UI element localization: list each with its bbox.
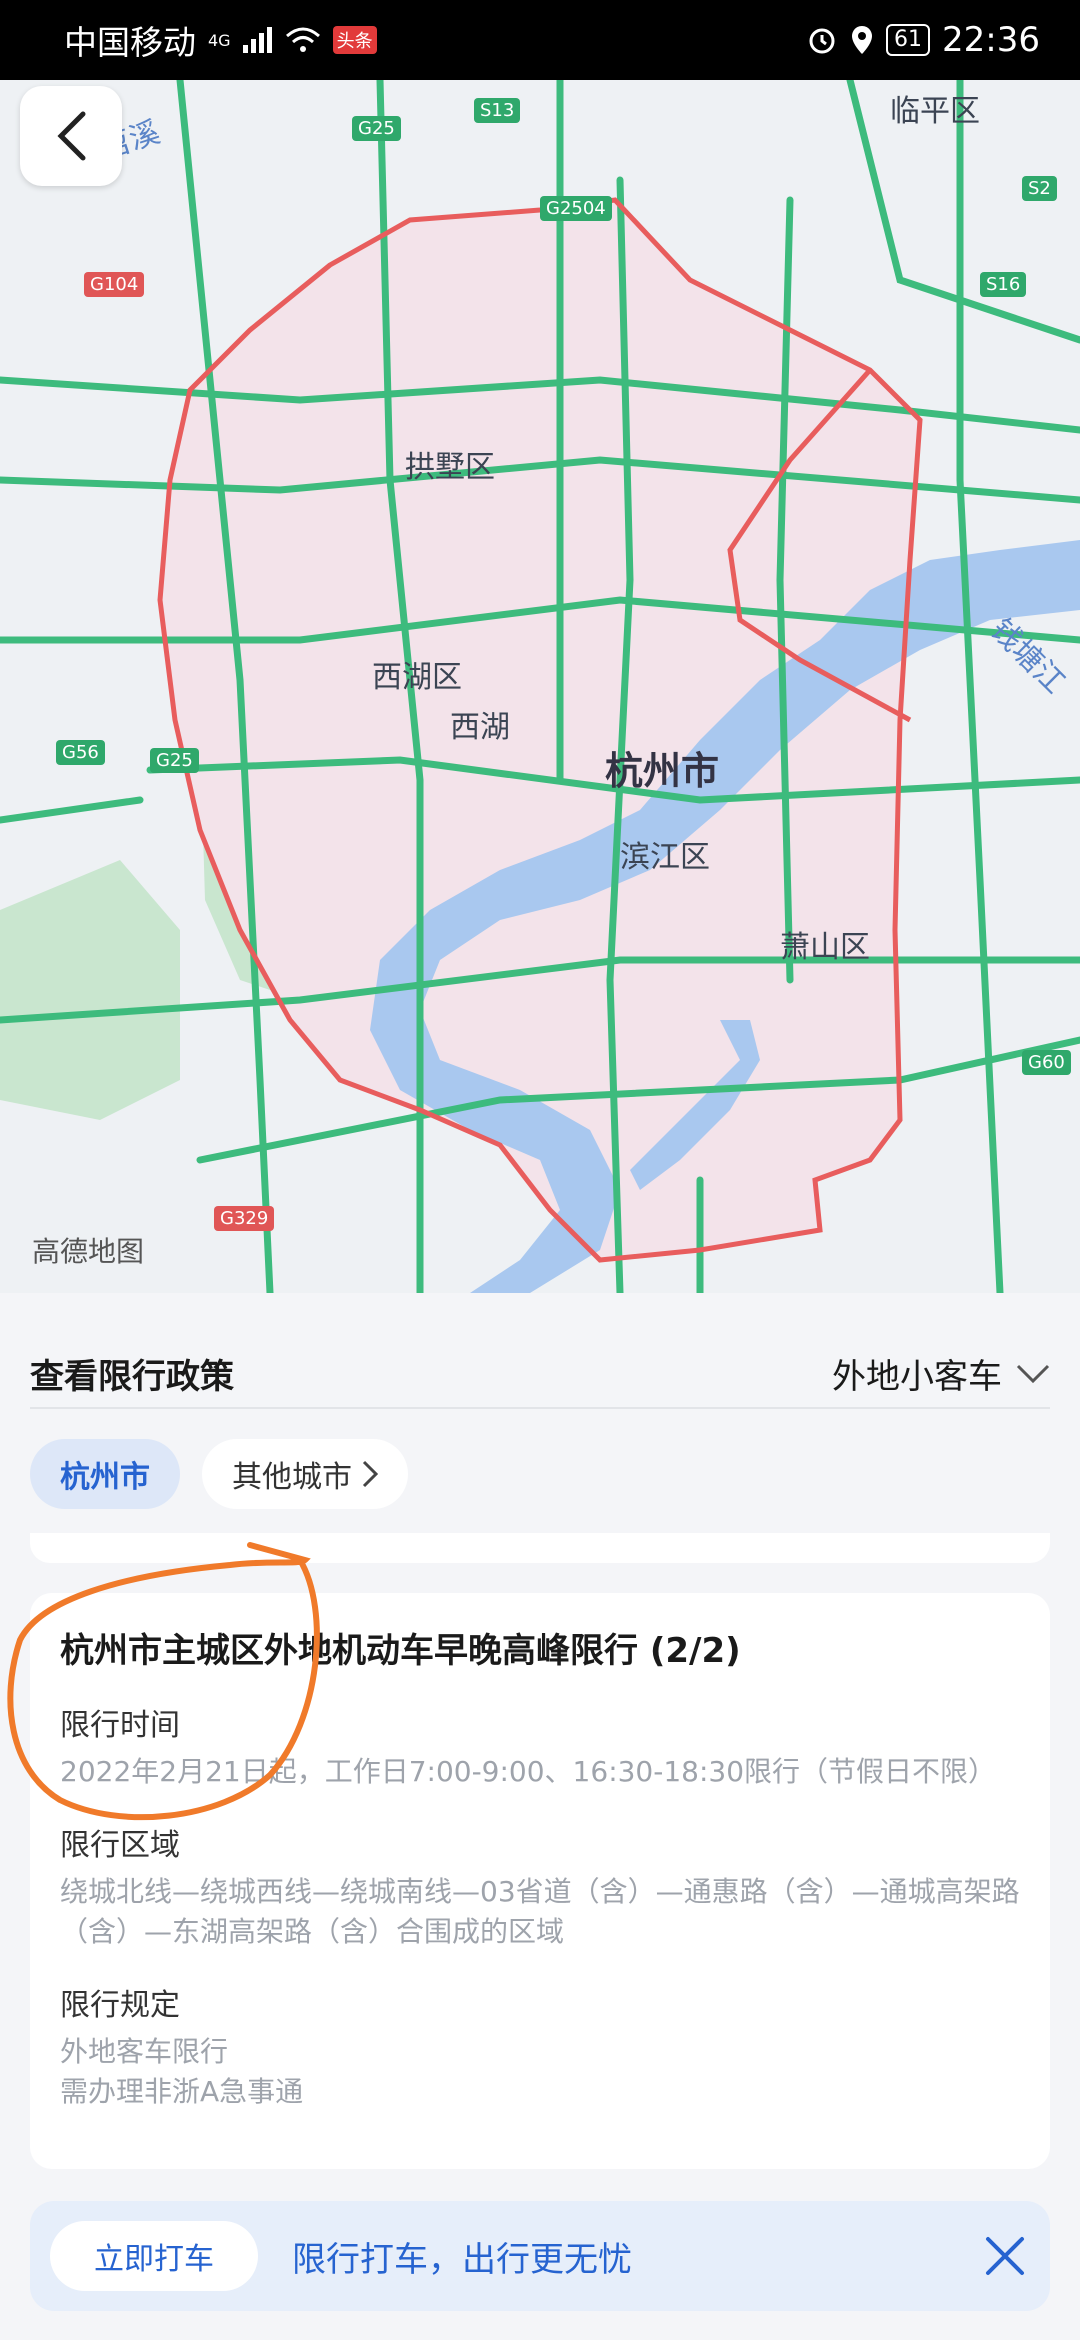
- sheet-title: 查看限行政策: [30, 1357, 234, 1397]
- chip-hangzhou[interactable]: 杭州市: [30, 1439, 180, 1509]
- signal-icon: [242, 27, 272, 53]
- status-right: 61 22:36: [806, 20, 1040, 60]
- road-shield: S16: [980, 272, 1027, 297]
- status-left: 中国移动 4G 头条: [64, 16, 377, 64]
- chevron-left-icon: [57, 111, 86, 161]
- policy-sheet: 查看限行政策 外地小客车 杭州市 其他城市 杭州市主城区外地机动车早晚高峰限行 …: [0, 1293, 1080, 2340]
- vehicle-type-label: 外地小客车: [832, 1357, 1002, 1397]
- map-canvas: [0, 80, 1080, 1293]
- time-label: 限行时间: [60, 1708, 180, 1743]
- road-shield: S13: [474, 98, 521, 123]
- road-shield: G329: [214, 1206, 275, 1231]
- city-chips: 杭州市 其他城市: [30, 1439, 408, 1509]
- area-label: 限行区域: [60, 1828, 180, 1863]
- network-type: 4G: [208, 30, 231, 50]
- road-shield: G60: [1022, 1050, 1071, 1075]
- wifi-icon: [285, 27, 320, 52]
- hail-taxi-button[interactable]: 立即打车: [50, 2221, 258, 2291]
- clock: 22:36: [942, 20, 1040, 60]
- chevron-right-icon: [362, 1460, 378, 1488]
- close-icon[interactable]: [980, 2231, 1030, 2281]
- map-label-xihu-district: 西湖区: [372, 660, 462, 695]
- policy-card: 杭州市主城区外地机动车早晚高峰限行 (2/2) 限行时间 2022年2月21日起…: [30, 1593, 1050, 2169]
- map-label-gongshu: 拱墅区: [405, 450, 495, 485]
- carrier-name: 中国移动: [64, 23, 196, 62]
- vehicle-type-select[interactable]: 外地小客车: [832, 1349, 1050, 1398]
- rule-line-2: 需办理非浙A急事通: [60, 2075, 304, 2108]
- policy-title: 杭州市主城区外地机动车早晚高峰限行 (2/2): [60, 1631, 741, 1671]
- back-button[interactable]: [20, 86, 122, 186]
- map-label-xiaoshan: 萧山区: [780, 930, 870, 965]
- map-label-linping: 临平区: [890, 94, 980, 129]
- sheet-header: 查看限行政策 外地小客车: [30, 1349, 1050, 1398]
- alarm-icon: [809, 28, 835, 54]
- area-value: 绕城北线—绕城西线—绕城南线—03省道（含）—通惠路（含）—通城高架路（含）—东…: [60, 1875, 1020, 1948]
- news-app-icon: 头条: [332, 26, 377, 54]
- map-label-binjiang: 滨江区: [620, 840, 710, 875]
- western-green-area: [0, 860, 180, 1120]
- road-shield: G2504: [540, 196, 612, 221]
- road-shield: G25: [352, 116, 401, 141]
- road-shield: G56: [56, 740, 105, 765]
- road-shield: S2: [1022, 176, 1057, 201]
- taxi-promo-banner: 立即打车 限行打车，出行更无忧: [30, 2201, 1050, 2311]
- map-label-xihu-lake: 西湖: [450, 710, 510, 745]
- chevron-down-icon: [1016, 1364, 1050, 1383]
- map-view[interactable]: 东苕溪 临平区 拱墅区 西湖区 西湖 杭州市 滨江区 萧山区 钱塘江 G25 S…: [0, 80, 1080, 1293]
- chip-other-cities[interactable]: 其他城市: [202, 1439, 408, 1509]
- status-bar: 中国移动 4G 头条 61 22:36: [0, 0, 1080, 80]
- chip-other-cities-label: 其他城市: [232, 1460, 352, 1495]
- header-divider: [30, 1407, 1050, 1409]
- time-value: 2022年2月21日起，工作日7:00-9:00、16:30-18:30限行（节…: [60, 1755, 997, 1788]
- rule-label: 限行规定: [60, 1988, 180, 2023]
- road-shield: G104: [84, 272, 145, 297]
- map-watermark: 高德地图: [32, 1235, 145, 1268]
- map-label-city: 杭州市: [605, 749, 720, 793]
- promo-text: 限行打车，出行更无忧: [292, 2239, 632, 2280]
- battery-indicator: 61: [886, 24, 931, 56]
- road-shield: G25: [150, 748, 199, 773]
- previous-policy-card[interactable]: [30, 1533, 1050, 1563]
- location-icon: [852, 26, 873, 54]
- rule-line-1: 外地客车限行: [60, 2035, 229, 2068]
